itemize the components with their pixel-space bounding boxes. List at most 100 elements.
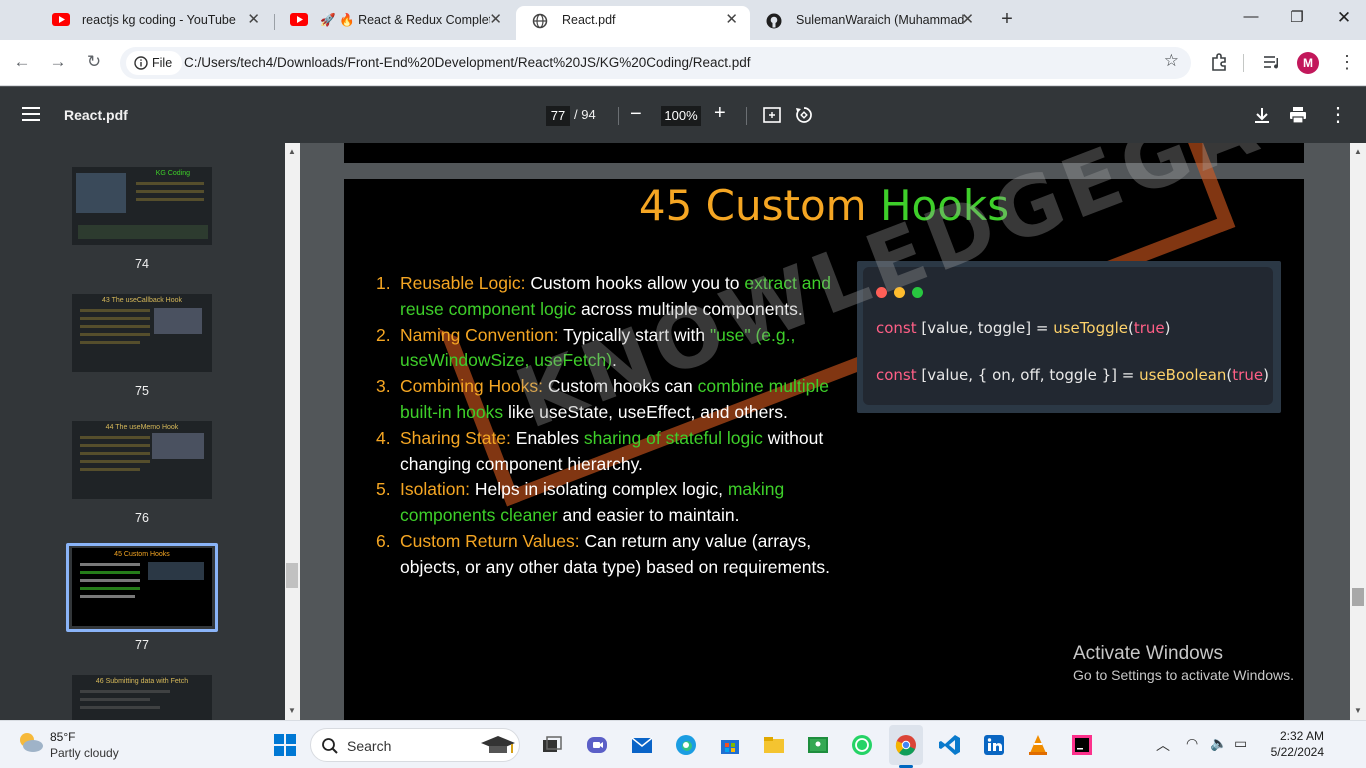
pdf-viewport: 45 Custom Hooks 1. Reusable Logic: Custom… <box>300 143 1350 720</box>
linkedin-icon[interactable] <box>982 733 1006 757</box>
vlc-icon[interactable] <box>1026 733 1050 757</box>
tab-title: SulemanWaraich (Muhammad S <box>796 13 966 27</box>
whatsapp-icon[interactable] <box>850 733 874 757</box>
pdf-toolbar: React.pdf 77 / 94 − 100% + ⋮ <box>0 87 1366 143</box>
thumbnail-sidebar: KG Coding 74 43 The useCallback Hook 75 … <box>0 143 285 720</box>
weather-temperature[interactable]: 85°F <box>50 730 75 744</box>
taskbar-search[interactable]: Search <box>310 728 520 762</box>
document-scroll-thumb[interactable] <box>1352 588 1364 606</box>
edge-icon[interactable] <box>674 733 698 757</box>
info-icon <box>134 56 148 70</box>
list-item: 5. Isolation: Helps in isolating complex … <box>376 479 785 526</box>
thumbnail-page-number: 76 <box>135 511 149 525</box>
clock-time: 2:32 AM <box>1279 729 1324 743</box>
fit-page-icon[interactable] <box>762 105 782 125</box>
activate-windows-notice: Activate Windows Go to Settings to activ… <box>1073 643 1294 683</box>
close-tab-icon[interactable]: ✕ <box>961 6 974 34</box>
chevron-up-icon[interactable]: ︿ <box>1156 735 1170 755</box>
address-bar[interactable]: File C:/Users/tech4/Downloads/Front-End%… <box>120 47 1191 79</box>
youtube-icon <box>52 13 70 26</box>
back-button[interactable]: ← <box>10 51 34 75</box>
thumbnail-title: 43 The useCallback Hook <box>101 297 183 304</box>
tab-strip: reactjs kg coding - YouTube ✕ 🚀 🔥 React … <box>0 0 1366 40</box>
tab-title: reactjs kg coding - YouTube <box>82 13 236 27</box>
activate-windows-subtitle: Go to Settings to activate Windows. <box>1073 667 1294 683</box>
sidebar-menu-icon[interactable] <box>22 107 40 125</box>
tab-title: 🚀 🔥 React & Redux Complete <box>320 13 490 27</box>
weather-description[interactable]: Partly cloudy <box>50 746 119 760</box>
page-total: / 94 <box>574 107 596 122</box>
globe-icon <box>532 13 548 29</box>
close-window-button[interactable]: ✕ <box>1329 8 1359 28</box>
activate-windows-title: Activate Windows <box>1073 643 1223 664</box>
rotate-icon[interactable] <box>794 105 814 125</box>
teams-chat-icon[interactable] <box>585 733 609 757</box>
battery-icon[interactable]: ▭ <box>1234 735 1247 752</box>
restore-button[interactable]: ❐ <box>1282 8 1312 26</box>
thumbnail-page-number: 77 <box>135 638 149 652</box>
browser-menu-icon[interactable]: ⋮ <box>1338 50 1356 74</box>
thumbnail-page-76[interactable]: 44 The useMemo Hook <box>72 421 212 499</box>
print-icon[interactable] <box>1288 105 1308 125</box>
browser-toolbar: ← → ↻ File C:/Users/tech4/Downloads/Fron… <box>0 40 1366 86</box>
media-controls-icon[interactable] <box>1261 51 1283 73</box>
thumbnail-title: 46 Submitting data with Fetch <box>95 678 189 685</box>
graduation-cap-icon <box>481 736 515 753</box>
bookmark-star-icon[interactable]: ☆ <box>1164 51 1179 71</box>
thumbnail-page-74[interactable]: KG Coding <box>72 167 212 245</box>
list-item: 6. Custom Return Values: Can return any v… <box>376 530 830 577</box>
search-label: Search <box>347 738 392 754</box>
microsoft-store-icon[interactable] <box>718 733 742 757</box>
thumbnail-page-75[interactable]: 43 The useCallback Hook <box>72 294 212 372</box>
thumbnail-page-78[interactable]: 46 Submitting data with Fetch <box>72 675 212 720</box>
wifi-icon[interactable]: ◠ <box>1186 735 1198 752</box>
code-line-2: const [value, { on, off, toggle }] = use… <box>876 366 1269 384</box>
thumbnail-title: 44 The useMemo Hook <box>105 424 179 431</box>
mail-icon[interactable] <box>630 733 654 757</box>
code-line-1: const [value, toggle] = useToggle(true) <box>876 319 1171 337</box>
reload-button[interactable]: ↻ <box>82 51 106 75</box>
zoom-in-button[interactable]: + <box>714 102 726 125</box>
list-item: 4. Sharing State: Enables sharing of stat… <box>376 427 824 474</box>
site-chip-label: File <box>152 56 173 70</box>
vscode-icon[interactable] <box>938 733 962 757</box>
tab-youtube-reactjs[interactable]: reactjs kg coding - YouTube ✕ <box>36 6 272 40</box>
sidebar-scroll-thumb[interactable] <box>286 563 298 588</box>
taskbar-clock[interactable]: 2:32 AM 5/22/2024 <box>1262 729 1324 759</box>
forward-button[interactable]: → <box>46 51 70 75</box>
pdf-page: 45 Custom Hooks 1. Reusable Logic: Custom… <box>344 143 1350 720</box>
intellij-icon[interactable] <box>1070 733 1094 757</box>
windows-start-icon[interactable] <box>274 734 296 756</box>
url-text[interactable]: C:/Users/tech4/Downloads/Front-End%20Dev… <box>184 47 751 79</box>
volume-icon[interactable]: 🔈 <box>1210 735 1227 752</box>
sidebar-scrollbar[interactable]: ▲ ▼ <box>285 143 300 720</box>
youtube-icon <box>290 13 308 26</box>
site-info-chip[interactable]: File <box>126 51 183 75</box>
tab-youtube-react-redux[interactable]: 🚀 🔥 React & Redux Complete ✕ <box>274 6 514 40</box>
download-icon[interactable] <box>1252 105 1272 125</box>
new-tab-button[interactable]: + <box>996 8 1018 31</box>
task-view-icon[interactable] <box>540 733 564 757</box>
file-explorer-icon[interactable] <box>762 733 786 757</box>
page-number-input[interactable]: 77 <box>546 106 570 126</box>
partly-cloudy-icon[interactable] <box>16 729 44 755</box>
tab-react-pdf[interactable]: React.pdf ✕ <box>516 6 750 40</box>
chrome-icon[interactable] <box>894 733 918 757</box>
close-tab-icon[interactable]: ✕ <box>247 6 260 34</box>
document-title: React.pdf <box>64 107 128 123</box>
windows-taskbar: 85°F Partly cloudy Search ︿ ◠ 🔈 ▭ 2:32 A… <box>0 720 1366 768</box>
clock-date: 5/22/2024 <box>1270 745 1324 759</box>
close-tab-icon[interactable]: ✕ <box>489 6 502 34</box>
profile-avatar[interactable]: M <box>1297 52 1319 74</box>
minimize-button[interactable]: — <box>1236 8 1266 25</box>
thumbnail-page-77[interactable]: 45 Custom Hooks <box>72 548 212 626</box>
classroom-icon[interactable] <box>806 733 830 757</box>
thumbnail-page-number: 74 <box>135 257 149 271</box>
more-actions-icon[interactable]: ⋮ <box>1328 102 1348 127</box>
document-scrollbar[interactable]: ▲ ▼ <box>1350 143 1366 720</box>
close-tab-icon[interactable]: ✕ <box>725 6 738 34</box>
zoom-out-button[interactable]: − <box>630 103 642 126</box>
tab-github[interactable]: SulemanWaraich (Muhammad S ✕ <box>750 6 986 40</box>
zoom-input[interactable]: 100% <box>661 106 701 126</box>
extensions-icon[interactable] <box>1208 51 1230 73</box>
